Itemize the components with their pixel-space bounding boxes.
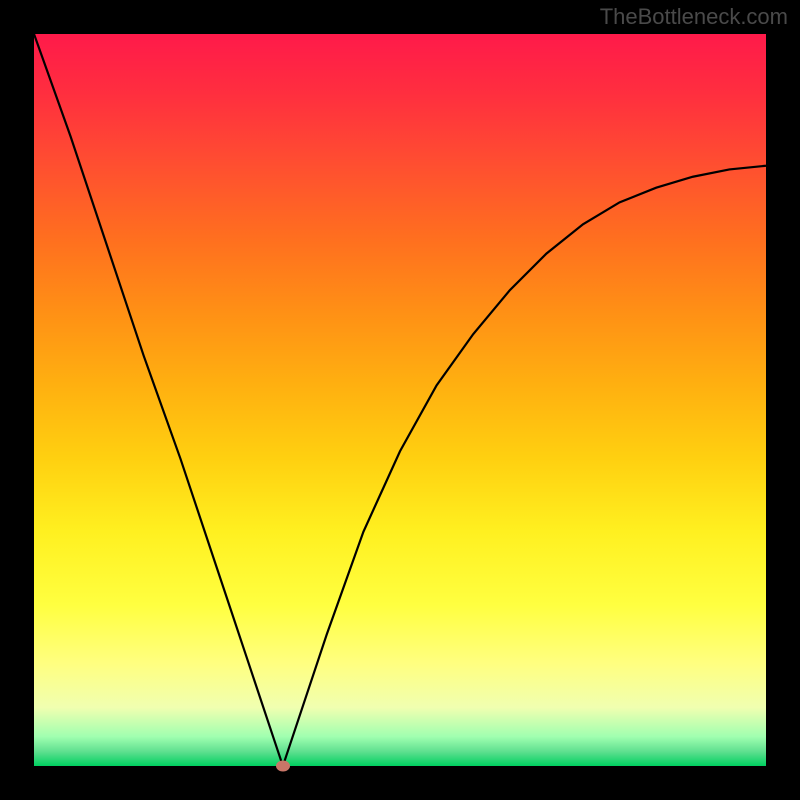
bottleneck-curve [34, 34, 766, 766]
chart-container: TheBottleneck.com [0, 0, 800, 800]
watermark-text: TheBottleneck.com [600, 4, 788, 30]
plot-area [34, 34, 766, 766]
optimal-point-marker [276, 761, 290, 772]
